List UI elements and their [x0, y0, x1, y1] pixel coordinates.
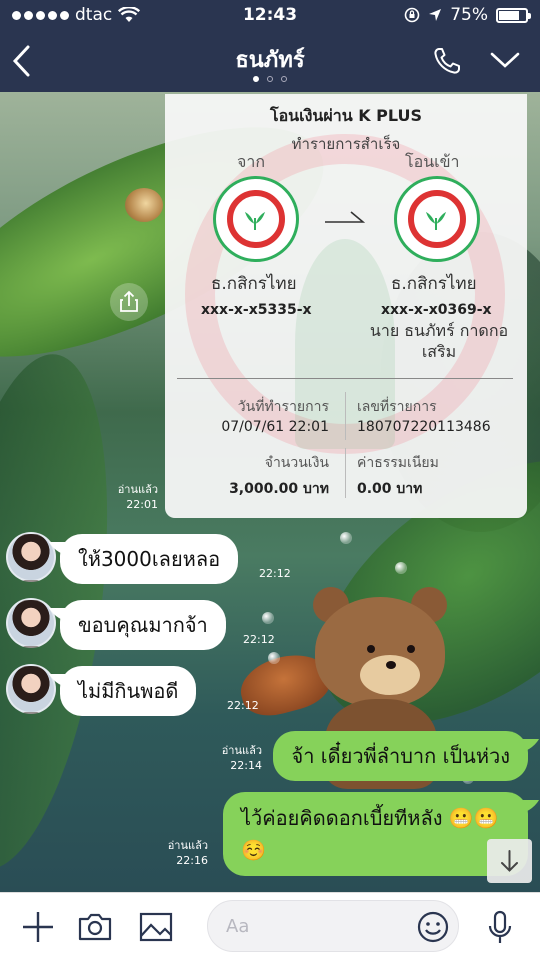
date-value: 07/07/61 22:01: [221, 419, 329, 435]
from-account: xxx-x-x5335-x: [201, 302, 312, 318]
emoji-icon[interactable]: [416, 910, 450, 944]
battery-icon: [496, 7, 531, 23]
reference-label: เลขที่รายการ: [357, 399, 437, 415]
read-receipt: อ่านแล้ว: [167, 839, 208, 852]
recipient-name: นาย ธนภัทร์ กาดกอเสริม: [369, 321, 509, 361]
message-time: 22:14: [230, 759, 262, 772]
message-time: 22:01: [126, 498, 158, 511]
slip-status: ทำรายการสำเร็จ: [291, 135, 401, 153]
snail-illustration: [125, 188, 163, 222]
chat-header: ธนภัทร์: [0, 32, 540, 92]
top-bar: dtac 12:43 75% ธนภัทร์: [0, 0, 540, 92]
microphone-icon[interactable]: [482, 909, 518, 945]
read-receipt: อ่านแล้ว: [117, 483, 158, 496]
amount-value: 3,000.00 บาท: [229, 481, 329, 497]
raindrop: [268, 652, 280, 664]
slip-title: โอนเงินผ่าน K PLUS: [269, 106, 423, 125]
raindrop: [340, 532, 352, 544]
message-input[interactable]: [226, 913, 406, 939]
raindrop: [395, 562, 407, 574]
status-bar: dtac 12:43 75%: [0, 0, 540, 32]
location-icon: [429, 9, 442, 21]
to-account: xxx-x-x0369-x: [381, 302, 492, 318]
transfer-slip-image[interactable]: โอนเงินผ่าน K PLUS ทำรายการสำเร็จ จาก โอ…: [165, 94, 527, 518]
image-icon[interactable]: [138, 909, 174, 945]
battery-percent: 75%: [450, 5, 488, 25]
message-meta: อ่านแล้ว 22:16: [168, 838, 208, 868]
incoming-message[interactable]: ขอบคุณมากจ้า: [60, 600, 226, 650]
to-label: โอนเข้า: [405, 152, 460, 171]
share-icon: [120, 290, 138, 312]
to-bank: ธ.กสิกรไทย: [391, 274, 477, 294]
from-bank: ธ.กสิกรไทย: [211, 274, 297, 294]
date-label: วันที่ทำรายการ: [237, 399, 329, 415]
rotation-lock-icon: [404, 7, 420, 23]
divider: [345, 392, 346, 440]
outgoing-message[interactable]: ไว้ค่อยคิดดอกเบี้ยทีหลัง 😬😬☺️: [223, 792, 528, 876]
arrow-down-icon: [501, 850, 518, 872]
message-time: 22:12: [259, 567, 291, 580]
page-indicator: [0, 76, 540, 82]
chevron-down-icon[interactable]: [490, 50, 520, 70]
share-button[interactable]: [110, 283, 148, 321]
incoming-message[interactable]: ให้3000เลยหลอ: [60, 534, 239, 584]
message-time: 22:16: [176, 854, 208, 867]
outgoing-message[interactable]: จ้า เดี๋ยวพี่ลำบาก เป็นห่วง: [273, 731, 528, 781]
phone-icon[interactable]: [432, 46, 462, 76]
reference-value: 180707220113486: [357, 419, 491, 435]
message-input-field[interactable]: [207, 900, 459, 952]
divider: [177, 378, 513, 379]
avatar[interactable]: [6, 532, 56, 582]
status-right: 75%: [404, 5, 531, 25]
message-time: 22:12: [243, 633, 275, 646]
message-meta: อ่านแล้ว 22:14: [222, 743, 262, 773]
scroll-to-bottom-button[interactable]: [487, 839, 532, 883]
camera-icon[interactable]: [77, 909, 113, 945]
avatar[interactable]: [6, 664, 56, 714]
message-time: 22:12: [227, 699, 259, 712]
transfer-arrow-icon: [325, 211, 365, 223]
divider: [345, 448, 346, 498]
incoming-message[interactable]: ไม่มีกินพอดี: [60, 666, 197, 716]
from-label: จาก: [237, 152, 266, 171]
message-meta: อ่านแล้ว 22:01: [118, 482, 158, 512]
kbank-logo-icon: [213, 176, 299, 262]
amount-label: จำนวนเงิน: [264, 455, 329, 471]
fee-label: ค่าธรรมเนียม: [357, 455, 439, 471]
avatar[interactable]: [6, 598, 56, 648]
fee-value: 0.00 บาท: [357, 481, 423, 497]
read-receipt: อ่านแล้ว: [221, 744, 262, 757]
raindrop: [262, 612, 274, 624]
kbank-logo-icon: [394, 176, 480, 262]
plus-icon[interactable]: [20, 909, 56, 945]
